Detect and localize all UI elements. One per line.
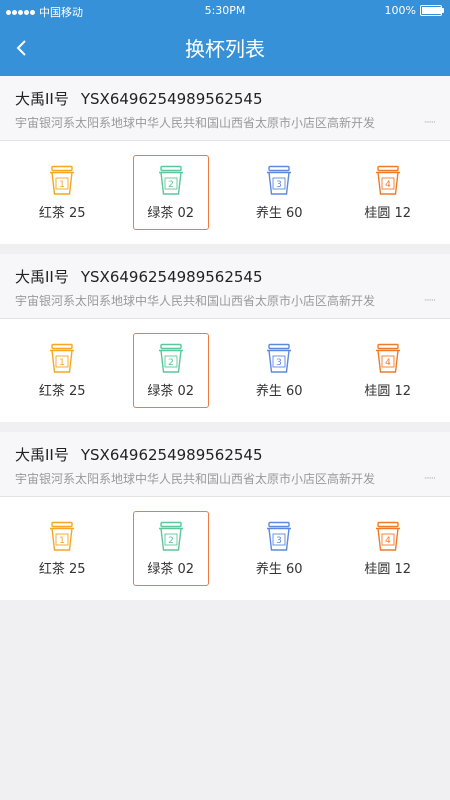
store-info: 大禹II号 YSX6496254989562545 宇宙银河系太阳系地球中华人民共… (0, 254, 450, 319)
cup-icon-green: 2 (158, 521, 183, 551)
store-group: 大禹II号 YSX6496254989562545 宇宙银河系太阳系地球中华人民共… (0, 254, 450, 422)
cup-label: 绿茶 02 (147, 383, 195, 399)
cup-icon-dark-orange: 4 (375, 521, 400, 551)
status-bar: 中国移动 5:30PM 100% (0, 0, 450, 22)
store-code: YSX6496254989562545 (80, 90, 263, 108)
svg-text:3: 3 (276, 358, 282, 368)
nav-bar: 换杯列表 (0, 22, 450, 76)
store-info: 大禹II号 YSX6496254989562545 宇宙银河系太阳系地球中华人民共… (0, 432, 450, 497)
more-icon[interactable]: ······ (415, 296, 436, 306)
cup-label: 红茶 25 (38, 561, 86, 577)
cup-label: 绿茶 02 (147, 205, 195, 221)
cup-icon-blue: 3 (267, 165, 292, 195)
status-time: 5:30PM (204, 4, 246, 17)
cup-label: 桂圆 12 (364, 383, 412, 399)
svg-text:1: 1 (59, 180, 65, 190)
store-group: 大禹II号 YSX6496254989562545 宇宙银河系太阳系地球中华人民共… (0, 432, 450, 600)
cup-label: 养生 60 (255, 383, 303, 399)
cup-option[interactable]: 3 养生 60 (241, 333, 317, 408)
svg-text:3: 3 (276, 536, 282, 546)
store-name: 大禹II号 (15, 90, 69, 108)
cup-icon-orange: 1 (50, 343, 75, 373)
address-row: 宇宙银河系太阳系地球中华人民共和国山西省太原市小店区高新开发 ······ (15, 292, 436, 309)
cup-option[interactable]: 3 养生 60 (241, 511, 317, 586)
store-title: 大禹II号 YSX6496254989562545 (15, 444, 435, 465)
battery-icon (420, 5, 444, 16)
cup-options: 1 红茶 25 2 绿茶 02 3 养生 60 4 桂圆 12 (0, 141, 450, 244)
cup-option[interactable]: 1 红茶 25 (24, 511, 100, 586)
cup-icon-green: 2 (158, 343, 183, 373)
store-group: 大禹II号 YSX6496254989562545 宇宙银河系太阳系地球中华人民共… (0, 76, 450, 244)
store-code: YSX6496254989562545 (80, 446, 263, 464)
svg-text:1: 1 (59, 536, 65, 546)
store-address: 宇宙银河系太阳系地球中华人民共和国山西省太原市小店区高新开发 (15, 472, 376, 486)
svg-text:4: 4 (385, 358, 391, 368)
address-row: 宇宙银河系太阳系地球中华人民共和国山西省太原市小店区高新开发 ······ (15, 470, 436, 487)
cup-option[interactable]: 1 红茶 25 (24, 333, 100, 408)
cup-icon-orange: 1 (50, 521, 75, 551)
svg-text:2: 2 (168, 180, 174, 190)
battery-status: 100% (384, 4, 444, 17)
svg-text:2: 2 (168, 536, 174, 546)
address-row: 宇宙银河系太阳系地球中华人民共和国山西省太原市小店区高新开发 ······ (15, 114, 436, 131)
cup-option[interactable]: 2 绿茶 02 (132, 155, 209, 230)
store-address: 宇宙银河系太阳系地球中华人民共和国山西省太原市小店区高新开发 (15, 116, 376, 130)
store-info: 大禹II号 YSX6496254989562545 宇宙银河系太阳系地球中华人民共… (0, 76, 450, 141)
svg-text:2: 2 (168, 358, 174, 368)
cup-icon-blue: 3 (267, 521, 292, 551)
store-title: 大禹II号 YSX6496254989562545 (15, 266, 435, 287)
back-arrow-icon[interactable] (10, 36, 34, 60)
cup-option[interactable]: 2 绿茶 02 (132, 333, 209, 408)
cup-label: 养生 60 (255, 205, 303, 221)
cup-option[interactable]: 2 绿茶 02 (132, 511, 209, 586)
cup-option[interactable]: 4 桂圆 12 (350, 511, 426, 586)
cup-options: 1 红茶 25 2 绿茶 02 3 养生 60 4 桂圆 12 (0, 497, 450, 600)
cup-icon-blue: 3 (267, 343, 292, 373)
svg-text:4: 4 (385, 536, 391, 546)
cup-option[interactable]: 4 桂圆 12 (350, 333, 426, 408)
battery-percent: 100% (384, 4, 416, 17)
cup-icon-orange: 1 (50, 165, 75, 195)
svg-text:1: 1 (59, 358, 65, 368)
cup-icon-green: 2 (158, 165, 183, 195)
cup-label: 红茶 25 (38, 205, 86, 221)
cup-option[interactable]: 3 养生 60 (241, 155, 317, 230)
cup-option[interactable]: 1 红茶 25 (24, 155, 100, 230)
store-code: YSX6496254989562545 (80, 268, 263, 286)
cup-label: 绿茶 02 (147, 561, 195, 577)
cup-label: 桂圆 12 (364, 205, 412, 221)
cup-label: 红茶 25 (38, 383, 86, 399)
cup-options: 1 红茶 25 2 绿茶 02 3 养生 60 4 桂圆 12 (0, 319, 450, 422)
store-list: 大禹II号 YSX6496254989562545 宇宙银河系太阳系地球中华人民共… (0, 76, 450, 600)
store-title: 大禹II号 YSX6496254989562545 (15, 88, 435, 109)
store-address: 宇宙银河系太阳系地球中华人民共和国山西省太原市小店区高新开发 (15, 294, 376, 308)
svg-text:3: 3 (276, 180, 282, 190)
cup-option[interactable]: 4 桂圆 12 (350, 155, 426, 230)
cup-label: 养生 60 (255, 561, 303, 577)
cup-icon-dark-orange: 4 (375, 165, 400, 195)
more-icon[interactable]: ······ (415, 118, 436, 128)
svg-text:4: 4 (385, 180, 391, 190)
store-name: 大禹II号 (15, 446, 69, 464)
cup-label: 桂圆 12 (364, 561, 412, 577)
cup-icon-dark-orange: 4 (375, 343, 400, 373)
page-title: 换杯列表 (185, 37, 265, 61)
more-icon[interactable]: ······ (415, 474, 436, 484)
store-name: 大禹II号 (15, 268, 69, 286)
